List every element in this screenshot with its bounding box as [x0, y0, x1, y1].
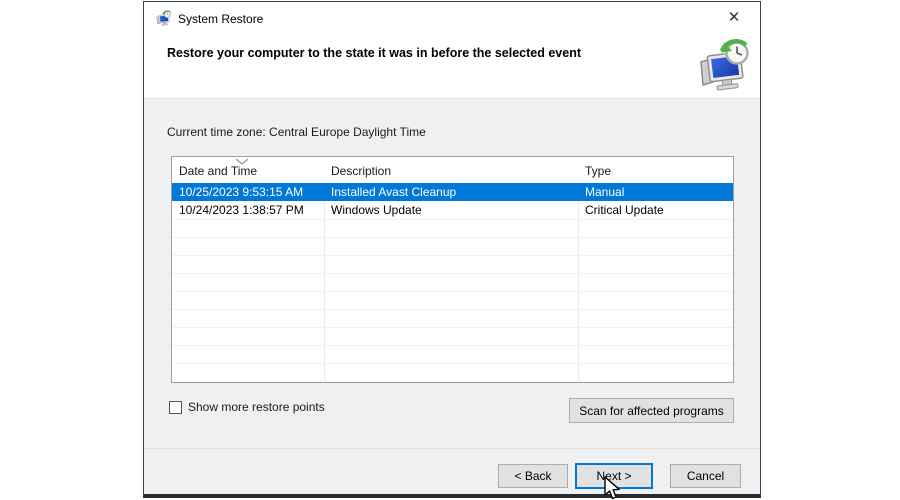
table-row[interactable]: 10/25/2023 9:53:15 AM Installed Avast Cle…: [172, 183, 733, 201]
screenshot-stage: System Restore ✕ Restore your computer t…: [0, 0, 900, 500]
page-title: Restore your computer to the state it wa…: [167, 46, 581, 60]
wizard-header: Restore your computer to the state it wa…: [144, 35, 760, 98]
gridline: [172, 345, 733, 346]
system-restore-icon: [156, 10, 172, 27]
column-header-date[interactable]: Date and Time: [179, 164, 257, 178]
close-icon[interactable]: ✕: [725, 9, 743, 27]
gridline: [172, 381, 733, 382]
table-cell: Windows Update: [331, 203, 422, 217]
table-cell: 10/24/2023 1:38:57 PM: [179, 203, 304, 217]
restore-points-table[interactable]: Date and Time Description Type 10/25/202…: [171, 156, 734, 383]
gridline: [172, 255, 733, 256]
dialog-body: Current time zone: Central Europe Daylig…: [144, 98, 760, 448]
table-cell: Manual: [585, 185, 625, 199]
gridline: [172, 237, 733, 238]
gridline: [172, 363, 733, 364]
back-button[interactable]: < Back: [498, 464, 568, 488]
column-header-description[interactable]: Description: [331, 164, 391, 178]
table-cell: Critical Update: [585, 203, 664, 217]
gridline: [172, 309, 733, 310]
timezone-label: Current time zone: Central Europe Daylig…: [167, 125, 426, 139]
mouse-cursor-icon: [604, 476, 620, 500]
title-bar: System Restore ✕: [144, 2, 760, 35]
system-restore-large-icon: [695, 38, 752, 95]
scan-affected-programs-button[interactable]: Scan for affected programs: [569, 398, 734, 423]
cancel-button[interactable]: Cancel: [670, 464, 741, 488]
gridline: [172, 219, 733, 220]
show-more-label: Show more restore points: [188, 400, 325, 414]
column-header-type[interactable]: Type: [585, 164, 611, 178]
gridline: [172, 291, 733, 292]
table-header-row: Date and Time Description Type: [172, 157, 733, 183]
table-cell: Installed Avast Cleanup: [331, 185, 457, 199]
gridline: [172, 327, 733, 328]
table-cell: 10/25/2023 9:53:15 AM: [179, 185, 304, 199]
system-restore-dialog: System Restore ✕ Restore your computer t…: [143, 1, 761, 498]
gridline: [172, 273, 733, 274]
table-row[interactable]: 10/24/2023 1:38:57 PM Windows Update Criti…: [172, 201, 733, 219]
dialog-footer: < Back Next > Cancel: [144, 449, 760, 494]
window-title: System Restore: [178, 12, 264, 26]
show-more-checkbox[interactable]: [169, 401, 182, 414]
